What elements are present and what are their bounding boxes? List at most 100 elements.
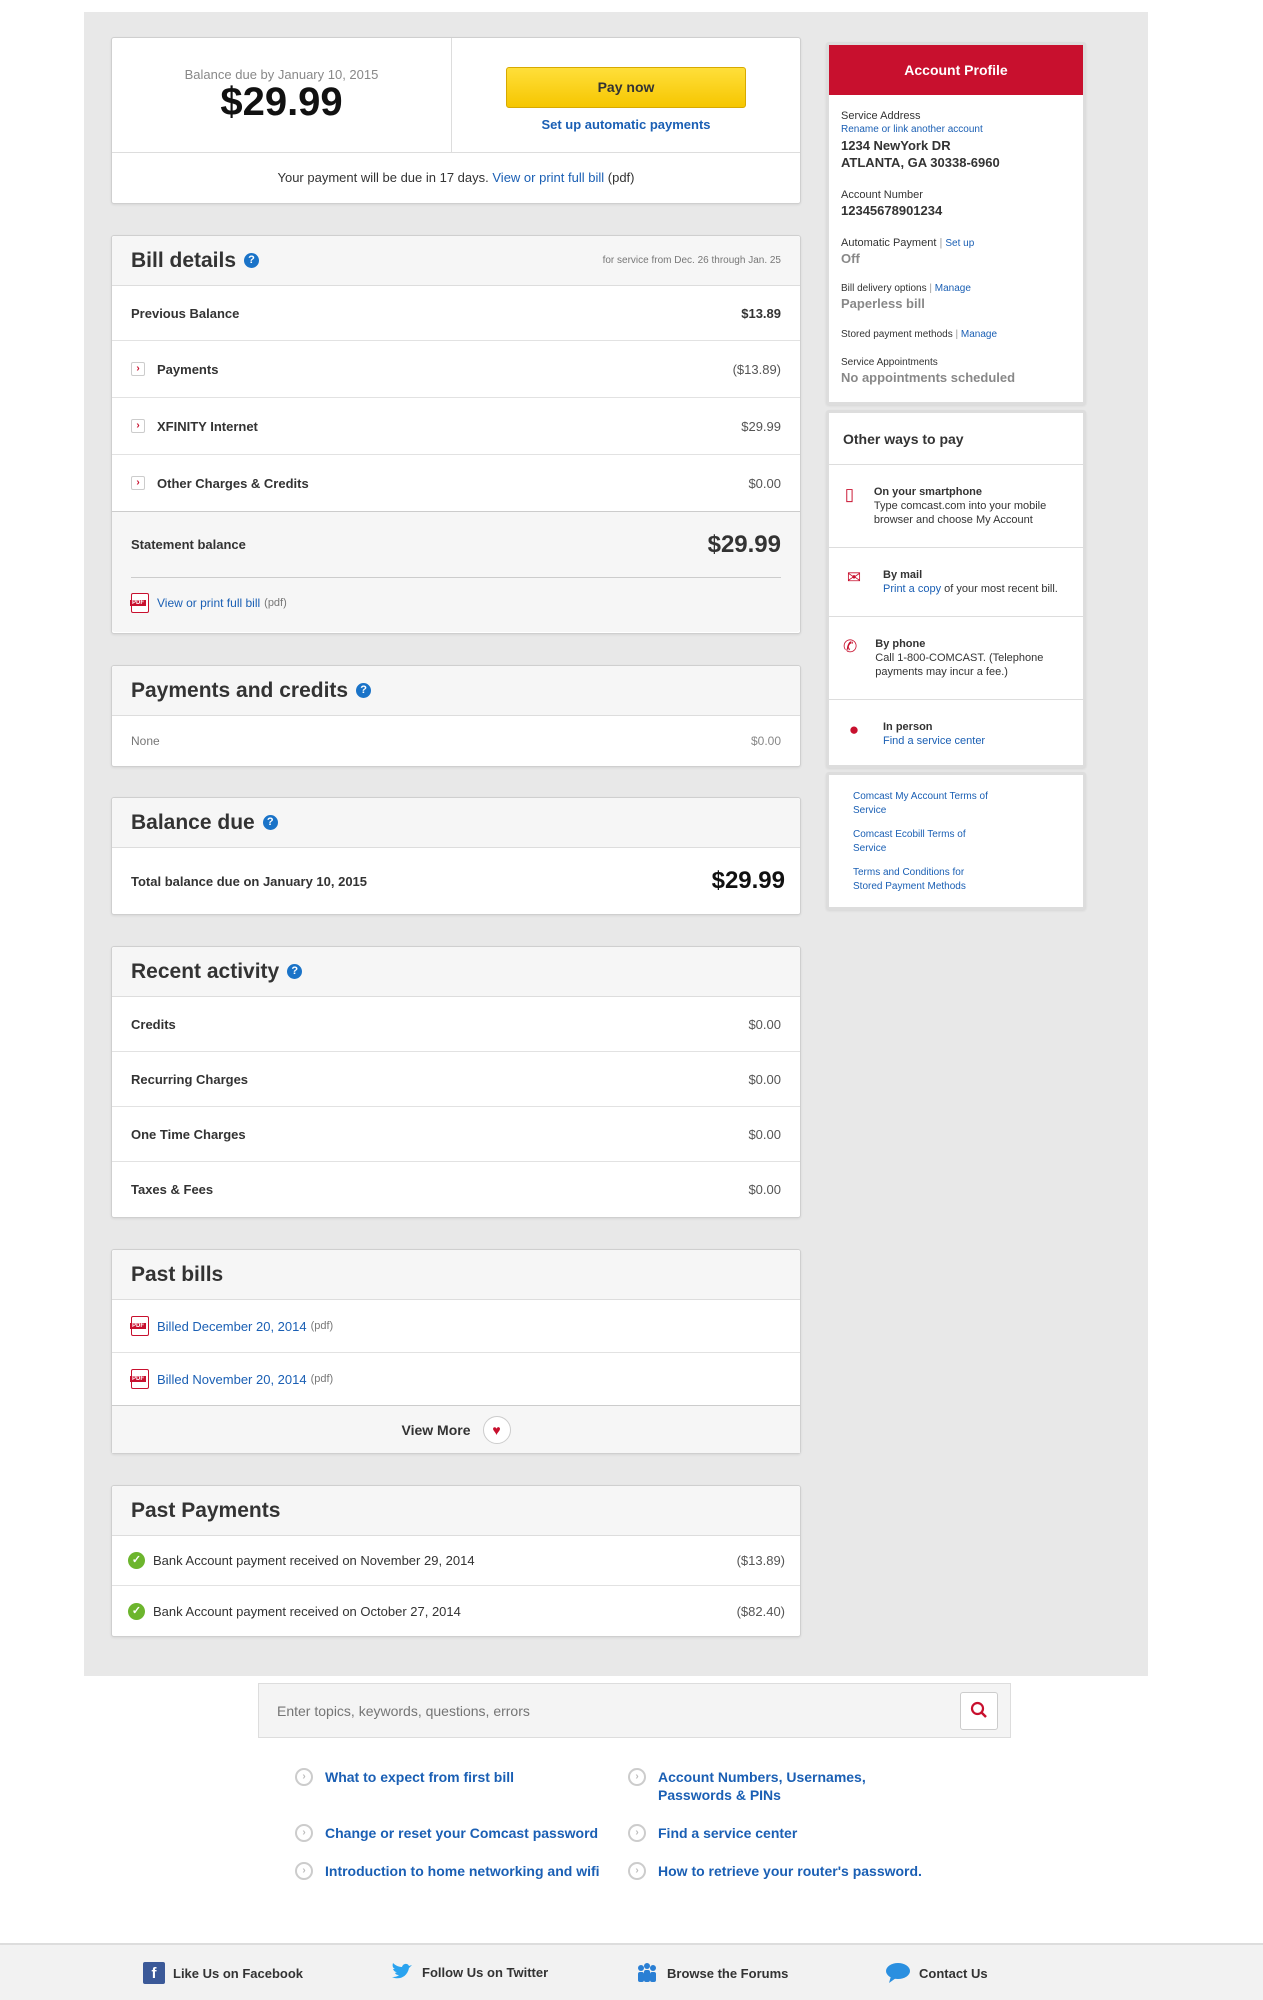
mail-text: of your most recent bill. [944, 583, 1058, 595]
activity-amount: $0.00 [748, 1071, 781, 1087]
chevron-right-icon[interactable]: › [131, 362, 145, 376]
account-number: 12345678901234 [841, 203, 943, 218]
terms-link[interactable]: Terms and Conditions for Stored Payment … [853, 866, 993, 894]
help-link-first-bill[interactable]: › What to expect from first bill [295, 1768, 628, 1804]
smartphone-title: On your smartphone [873, 486, 983, 498]
phone-title: By phone [875, 638, 926, 650]
activity-label: Recurring Charges [131, 1071, 249, 1087]
total-balance-label: Total balance due on January 10, 2015 [131, 873, 368, 889]
bill-item-internet[interactable]: › XFINITY Internet $29.99 [112, 398, 800, 455]
facebook-icon: f [143, 1962, 165, 1984]
phone-icon: ✆ [843, 637, 858, 656]
bill-item-amount: $29.99 [741, 418, 781, 434]
help-icon[interactable]: ? [356, 683, 372, 698]
chevron-right-circle-icon: › [628, 1862, 646, 1880]
past-payments-title: Past Payments [131, 1498, 281, 1522]
terms-link[interactable]: Comcast My Account Terms of Service [853, 790, 1013, 818]
bill-delivery-manage-link[interactable]: Manage [935, 283, 971, 294]
view-print-bill-link[interactable]: View or print full bill [157, 596, 260, 610]
help-link-account-numbers[interactable]: › Account Numbers, Usernames, Passwords &… [628, 1768, 928, 1804]
activity-label: One Time Charges [131, 1126, 246, 1142]
phone-text: Call 1-800-COMCAST. (Telephone payments … [875, 652, 1044, 678]
bill-item-other[interactable]: › Other Charges & Credits $0.00 [112, 455, 800, 512]
balance-amount: $29.99 [220, 80, 343, 124]
payments-credits-card: Payments and credits? None $0.00 [111, 665, 801, 767]
search-input[interactable] [277, 1702, 960, 1719]
terms-card: Comcast My Account Terms of Service Comc… [826, 772, 1086, 910]
service-address-label: Service Address [841, 110, 921, 122]
payments-credits-amount: $0.00 [750, 734, 781, 748]
chat-bubble-icon [886, 1963, 910, 1983]
twitter-link[interactable]: Follow Us on Twitter [390, 1962, 548, 1982]
account-number-label: Account Number [841, 189, 923, 201]
stored-methods-manage-link[interactable]: Manage [961, 329, 997, 340]
chevron-right-circle-icon: › [628, 1768, 646, 1786]
help-link-find-center[interactable]: › Find a service center [628, 1824, 928, 1842]
activity-amount: $0.00 [748, 1182, 781, 1197]
help-link-label: Introduction to home networking and wifi [325, 1863, 600, 1879]
view-more-label: View More [401, 1421, 471, 1438]
print-copy-link[interactable]: Print a copy [883, 583, 941, 595]
rename-account-link[interactable]: Rename or link another account [841, 124, 1071, 135]
person-title: In person [883, 721, 933, 733]
twitter-label: Follow Us on Twitter [422, 1964, 549, 1980]
bill-item-amount: $0.00 [748, 475, 781, 491]
chevron-right-icon[interactable]: › [131, 476, 145, 490]
help-icon[interactable]: ? [287, 964, 303, 979]
help-link-label: Find a service center [658, 1825, 798, 1841]
setup-autopay-link[interactable]: Set up automatic payments [541, 117, 710, 132]
chevron-right-icon[interactable]: › [131, 419, 145, 433]
chevron-right-circle-icon: › [295, 1862, 313, 1880]
help-icon[interactable]: ? [262, 815, 278, 830]
bill-item-label: Payments [157, 361, 219, 377]
help-link-reset-password[interactable]: › Change or reset your Comcast password [295, 1824, 628, 1842]
pdf-icon [130, 1369, 149, 1389]
other-ways-title: Other ways to pay [829, 413, 1083, 465]
pay-now-button[interactable]: Pay now [506, 67, 746, 108]
payment-amount: ($82.40) [736, 1603, 785, 1619]
find-service-center-link[interactable]: Find a service center [883, 735, 985, 747]
contact-link[interactable]: Contact Us [885, 1962, 988, 1984]
chevron-right-circle-icon: › [628, 1824, 646, 1842]
chevron-right-circle-icon: › [295, 1824, 313, 1842]
past-bill-link[interactable]: Billed November 20, 2014 [157, 1372, 307, 1387]
past-payments-card: Past Payments ✓ Bank Account payment rece… [111, 1485, 801, 1637]
facebook-link[interactable]: f Like Us on Facebook [143, 1962, 303, 1984]
auto-payment-setup-link[interactable]: Set up [945, 238, 974, 249]
previous-balance-amount: $13.89 [741, 305, 781, 321]
previous-balance-label: Previous Balance [131, 305, 240, 321]
bill-delivery-value: Paperless bill [841, 296, 925, 311]
help-link-router-password[interactable]: › How to retrieve your router's password. [628, 1862, 958, 1880]
chevron-right-circle-icon: › [295, 1768, 313, 1786]
terms-link[interactable]: Comcast Ecobill Terms of Service [853, 828, 993, 856]
recent-activity-title: Recent activity [131, 959, 280, 983]
summary-card: Balance due by January 10, 2015 $29.99 P… [111, 37, 801, 204]
search-icon [970, 1702, 987, 1719]
activity-amount: $0.00 [748, 1126, 781, 1142]
past-bill-link[interactable]: Billed December 20, 2014 [157, 1319, 307, 1334]
view-more-button[interactable]: View More ♥ [112, 1406, 800, 1453]
separator: | [955, 329, 959, 340]
statement-balance-amount: $29.99 [707, 530, 781, 558]
view-print-bill-link[interactable]: View or print full bill [492, 170, 604, 185]
chevron-down-icon[interactable]: ♥ [482, 1415, 511, 1444]
pdf-note: (pdf) [264, 597, 287, 609]
forums-link[interactable]: Browse the Forums [635, 1962, 788, 1984]
pdf-icon [130, 1316, 149, 1336]
statement-balance-label: Statement balance [131, 537, 246, 552]
search-button[interactable] [960, 1691, 998, 1730]
account-profile-header: Account Profile [829, 45, 1083, 95]
address-line1: 1234 NewYork DR [841, 138, 951, 153]
forums-label: Browse the Forums [667, 1965, 789, 1981]
footer: f Like Us on Facebook Follow Us on Twitt… [0, 1943, 1263, 2000]
smartphone-text: Type comcast.com into your mobile browse… [873, 500, 1047, 526]
check-icon: ✓ [128, 1552, 145, 1569]
help-icon[interactable]: ? [244, 253, 260, 268]
bill-item-payments[interactable]: › Payments ($13.89) [112, 341, 800, 398]
help-link-home-networking[interactable]: › Introduction to home networking and wif… [295, 1862, 628, 1880]
balance-due-card: Balance due? Total balance due on Januar… [111, 797, 801, 915]
auto-payment-value: Off [841, 251, 860, 266]
appointments-label: Service Appointments [841, 357, 938, 368]
due-notice: Your payment will be due in 17 days. [277, 170, 489, 185]
separator: | [929, 283, 932, 294]
